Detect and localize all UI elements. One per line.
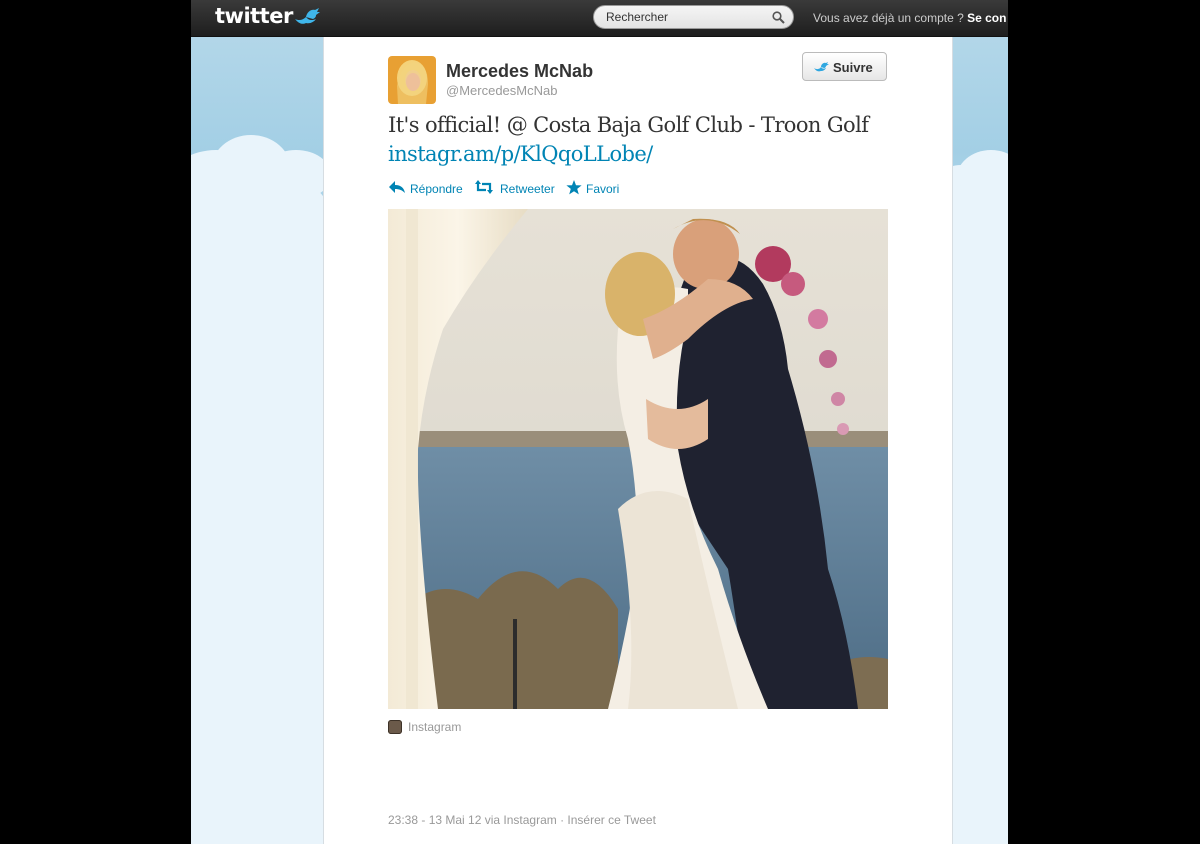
tweet-link[interactable]: instagr.am/p/KlQqoLLobe/ bbox=[388, 142, 653, 166]
retweet-icon bbox=[475, 180, 493, 194]
background-cloud bbox=[191, 180, 331, 844]
twitter-logo[interactable]: twitter bbox=[215, 4, 293, 28]
author-handle[interactable]: @MercedesMcNab bbox=[446, 83, 557, 98]
retweet-label: Retweeter bbox=[500, 182, 555, 196]
favorite-label: Favori bbox=[586, 182, 620, 196]
avatar[interactable] bbox=[388, 56, 436, 104]
reply-label: Répondre bbox=[410, 182, 463, 196]
tweet-panel: Mercedes McNab @MercedesMcNab Suivre It'… bbox=[323, 37, 953, 844]
top-navigation-bar: twitter Vous avez déjà un compte ? Se co… bbox=[191, 0, 1008, 37]
twitter-bird-icon bbox=[295, 8, 320, 24]
follow-button[interactable]: Suivre bbox=[802, 52, 887, 81]
search-box[interactable] bbox=[593, 5, 794, 29]
login-prompt-text: Vous avez déjà un compte ? bbox=[813, 11, 964, 25]
star-icon bbox=[566, 180, 582, 195]
twitter-bird-icon bbox=[814, 62, 829, 72]
tweet-meta: 23:38 - 13 Mai 12 via Instagram · Insére… bbox=[388, 813, 656, 827]
login-link[interactable]: Se con bbox=[967, 11, 1006, 25]
favorite-action[interactable]: Favori bbox=[566, 180, 626, 196]
tweet-photo[interactable] bbox=[388, 209, 888, 709]
photo-source-label: Instagram bbox=[408, 720, 462, 734]
reply-action[interactable]: Répondre bbox=[388, 180, 468, 196]
tweet-text: It's official! @ Costa Baja Golf Club - … bbox=[388, 113, 869, 137]
search-icon[interactable] bbox=[772, 11, 785, 24]
login-prompt: Vous avez déjà un compte ? Se con bbox=[813, 11, 1006, 25]
browser-viewport: twitter Vous avez déjà un compte ? Se co… bbox=[191, 0, 1008, 844]
search-input[interactable] bbox=[606, 9, 766, 25]
reply-icon bbox=[389, 181, 405, 193]
follow-button-label: Suivre bbox=[833, 60, 873, 75]
author-name[interactable]: Mercedes McNab bbox=[446, 61, 593, 82]
retweet-action[interactable]: Retweeter bbox=[474, 180, 559, 196]
instagram-icon bbox=[388, 720, 402, 734]
